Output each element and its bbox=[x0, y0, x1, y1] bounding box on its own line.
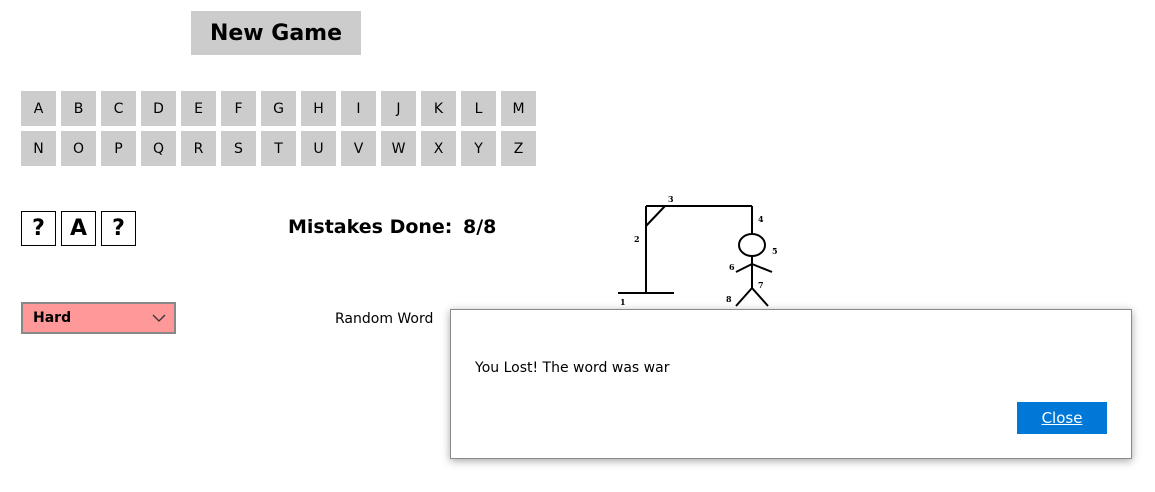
letter-button-z[interactable]: Z bbox=[501, 131, 536, 166]
letter-button-t[interactable]: T bbox=[261, 131, 296, 166]
letter-keyboard: A B C D E F G H I J K L M N O P Q R S T … bbox=[21, 91, 536, 171]
letter-button-u[interactable]: U bbox=[301, 131, 336, 166]
mistakes-value: 8/8 bbox=[463, 216, 497, 238]
hangman-right-leg bbox=[751, 287, 769, 307]
hangman-right-arm bbox=[751, 263, 773, 273]
word-display: ? A ? bbox=[21, 211, 136, 246]
step-label: 6 bbox=[729, 262, 735, 272]
letter-button-a[interactable]: A bbox=[21, 91, 56, 126]
hangman-left-leg bbox=[735, 287, 753, 307]
hangman-left-arm bbox=[735, 263, 753, 273]
letter-row-2: N O P Q R S T U V W X Y Z bbox=[21, 131, 536, 166]
game-over-dialog: You Lost! The word was war Close bbox=[450, 309, 1132, 459]
close-label: Close bbox=[1041, 409, 1083, 427]
letter-button-m[interactable]: M bbox=[501, 91, 536, 126]
dialog-message: You Lost! The word was war bbox=[475, 360, 670, 376]
letter-button-g[interactable]: G bbox=[261, 91, 296, 126]
letter-button-n[interactable]: N bbox=[21, 131, 56, 166]
letter-button-l[interactable]: L bbox=[461, 91, 496, 126]
letter-button-x[interactable]: X bbox=[421, 131, 456, 166]
close-button[interactable]: Close bbox=[1017, 402, 1107, 434]
letter-button-d[interactable]: D bbox=[141, 91, 176, 126]
letter-button-o[interactable]: O bbox=[61, 131, 96, 166]
difficulty-selected: Hard bbox=[33, 310, 72, 326]
chevron-down-icon bbox=[152, 311, 166, 329]
gallows-brace bbox=[645, 205, 666, 227]
letter-button-s[interactable]: S bbox=[221, 131, 256, 166]
letter-row-1: A B C D E F G H I J K L M bbox=[21, 91, 536, 126]
letter-button-k[interactable]: K bbox=[421, 91, 456, 126]
step-label: 7 bbox=[758, 280, 764, 290]
letter-button-e[interactable]: E bbox=[181, 91, 216, 126]
step-label: 8 bbox=[726, 294, 732, 304]
letter-button-q[interactable]: Q bbox=[141, 131, 176, 166]
word-slot: ? bbox=[101, 211, 136, 246]
difficulty-dropdown[interactable]: Hard bbox=[21, 302, 176, 334]
step-label: 3 bbox=[668, 194, 674, 204]
letter-button-w[interactable]: W bbox=[381, 131, 416, 166]
mistakes-label: Mistakes Done: bbox=[288, 216, 453, 238]
hangman-head bbox=[738, 233, 766, 257]
letter-button-h[interactable]: H bbox=[301, 91, 336, 126]
letter-button-i[interactable]: I bbox=[341, 91, 376, 126]
letter-button-r[interactable]: R bbox=[181, 131, 216, 166]
word-slot: ? bbox=[21, 211, 56, 246]
step-label: 5 bbox=[772, 246, 778, 256]
letter-button-f[interactable]: F bbox=[221, 91, 256, 126]
new-game-button[interactable]: New Game bbox=[191, 11, 361, 55]
letter-button-y[interactable]: Y bbox=[461, 131, 496, 166]
step-label: 4 bbox=[758, 214, 764, 224]
word-slot: A bbox=[61, 211, 96, 246]
hangman-drawing: 1 2 3 4 5 6 7 8 bbox=[618, 194, 778, 307]
letter-button-b[interactable]: B bbox=[61, 91, 96, 126]
letter-button-p[interactable]: P bbox=[101, 131, 136, 166]
random-word-label: Random Word bbox=[335, 311, 434, 327]
step-label: 2 bbox=[634, 234, 640, 244]
step-label: 1 bbox=[620, 297, 626, 307]
letter-button-c[interactable]: C bbox=[101, 91, 136, 126]
letter-button-v[interactable]: V bbox=[341, 131, 376, 166]
letter-button-j[interactable]: J bbox=[381, 91, 416, 126]
